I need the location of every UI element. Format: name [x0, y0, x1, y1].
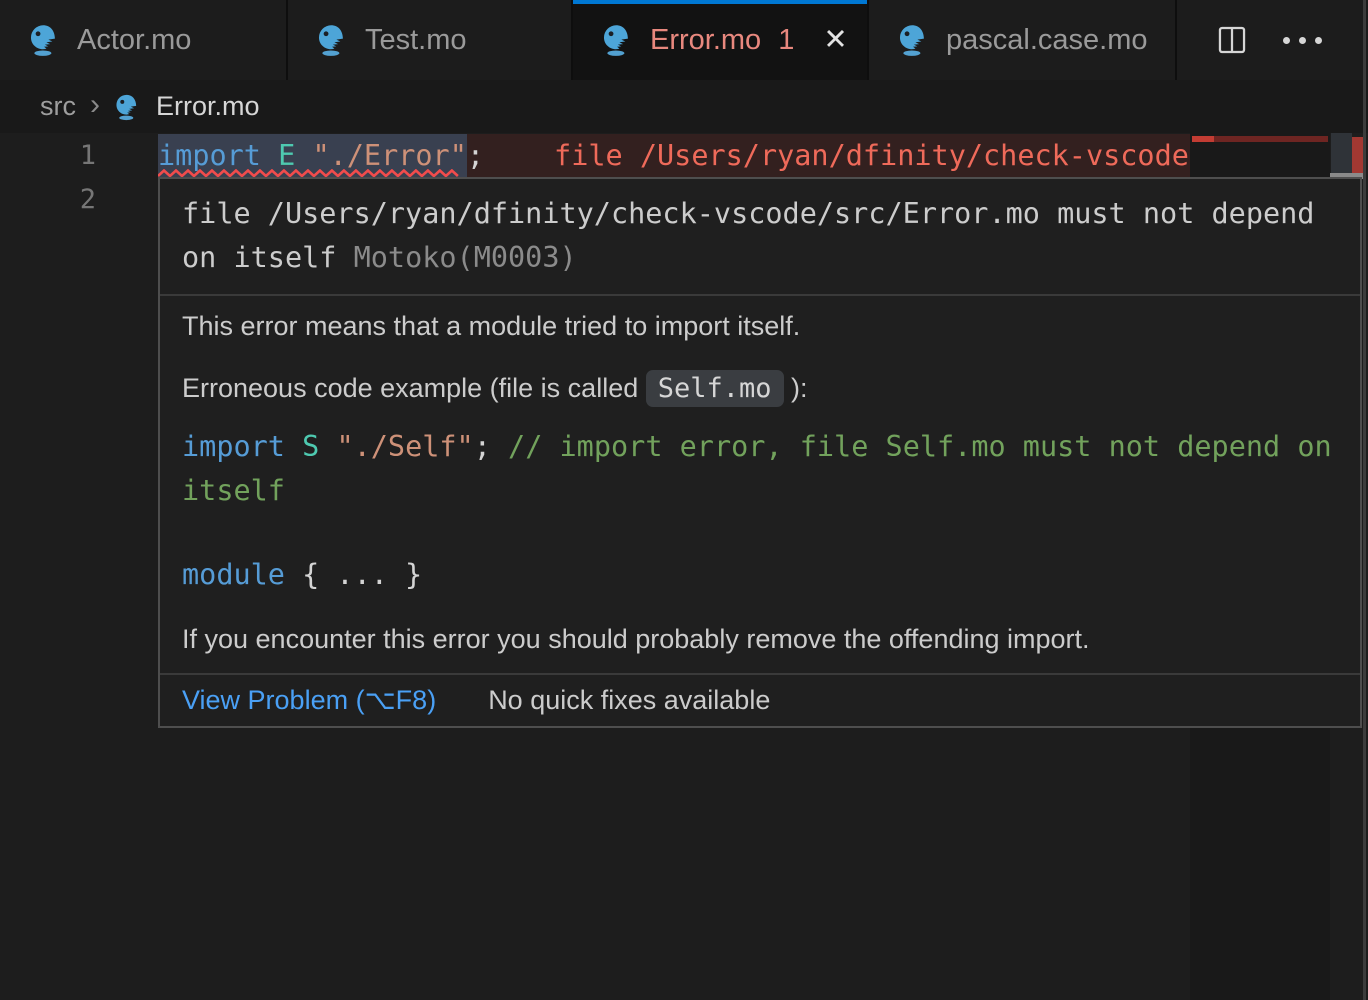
vscode-window: Actor.mo Test.mo Error.mo 1 ✕ — [0, 0, 1368, 1000]
quick-fix-status: No quick fixes available — [488, 685, 770, 716]
identifier-token: E — [278, 139, 312, 172]
motoko-icon — [28, 23, 62, 57]
motoko-icon — [316, 23, 350, 57]
punct-token: ; — [474, 430, 508, 463]
overview-ruler-error-marker — [1352, 137, 1363, 175]
punct-token: ; — [467, 139, 484, 172]
line-number: 2 — [0, 178, 96, 222]
scrollbar-slider[interactable] — [1331, 133, 1352, 177]
string-token: "./Self" — [336, 430, 473, 463]
error-description: This error means that a module tried to … — [182, 306, 1338, 346]
line-number: 1 — [0, 134, 96, 178]
example-intro-suffix: ): — [784, 373, 808, 403]
tab-actor-mo[interactable]: Actor.mo — [0, 0, 288, 80]
tab-label: Actor.mo — [77, 24, 191, 57]
keyword-token: import — [182, 430, 302, 463]
tab-pascal-case-mo[interactable]: pascal.case.mo — [869, 0, 1177, 80]
error-source: Motoko(M0003) — [354, 241, 577, 274]
example-code-block: import S "./Self"; // import error, file… — [182, 425, 1338, 513]
keyword-token: import — [158, 139, 278, 172]
tab-label: Test.mo — [365, 24, 467, 57]
tab-label: Error.mo — [650, 24, 761, 57]
minimap-error-line — [1192, 136, 1214, 142]
more-actions-icon[interactable] — [1284, 22, 1320, 58]
breadcrumb-folder[interactable]: src — [40, 91, 76, 122]
motoko-icon — [897, 23, 931, 57]
inline-code-chip: Self.mo — [646, 370, 784, 407]
hover-error-message-section: file /Users/ryan/dfinity/check-vscode/sr… — [160, 179, 1360, 296]
tab-test-mo[interactable]: Test.mo — [288, 0, 573, 80]
punct-token: { ... } — [302, 558, 422, 591]
example-intro: Erroneous code example (file is called S… — [182, 368, 1338, 409]
code-area: import E "./Error"; file /Users/ryan/dfin… — [158, 134, 1190, 178]
identifier-token: S — [302, 430, 336, 463]
editor-actions — [1214, 0, 1368, 80]
close-icon[interactable]: ✕ — [823, 26, 847, 55]
minimap-error-line — [1214, 136, 1328, 142]
tab-error-mo-active[interactable]: Error.mo 1 ✕ — [573, 0, 869, 80]
motoko-icon — [601, 23, 635, 57]
split-editor-icon[interactable] — [1214, 22, 1250, 58]
editor-tab-bar: Actor.mo Test.mo Error.mo 1 ✕ — [0, 0, 1368, 80]
breadcrumb-file[interactable]: Error.mo — [156, 91, 260, 122]
code-line-1[interactable]: import E "./Error"; file /Users/ryan/dfin… — [158, 134, 1190, 178]
hover-action-bar: View Problem (⌥F8) No quick fixes availa… — [160, 673, 1360, 726]
string-token: "./Error" — [312, 139, 466, 172]
tab-error-count-badge: 1 — [778, 24, 794, 57]
word-highlight: import E "./Error" — [158, 134, 467, 178]
tab-label: pascal.case.mo — [946, 24, 1148, 57]
line-number-gutter: 1 2 — [0, 134, 96, 222]
inline-error-message: file /Users/ryan/dfinity/check-vscode/sr… — [554, 139, 1190, 172]
motoko-icon — [114, 93, 142, 121]
error-hover-popup: file /Users/ryan/dfinity/check-vscode/sr… — [158, 177, 1362, 728]
breadcrumb: src › Error.mo — [0, 80, 1368, 133]
hover-markdown-section: This error means that a module tried to … — [160, 296, 1360, 673]
keyword-token: module — [182, 558, 302, 591]
editor-right-border — [1363, 0, 1366, 1000]
view-problem-link[interactable]: View Problem (⌥F8) — [182, 685, 436, 716]
error-message: file /Users/ryan/dfinity/check-vscode/sr… — [182, 197, 1314, 274]
module-code-block: module { ... } — [182, 553, 1338, 597]
chevron-right-icon: › — [90, 88, 100, 122]
example-intro-text: Erroneous code example (file is called — [182, 373, 646, 403]
error-advice: If you encounter this error you should p… — [182, 617, 1338, 659]
